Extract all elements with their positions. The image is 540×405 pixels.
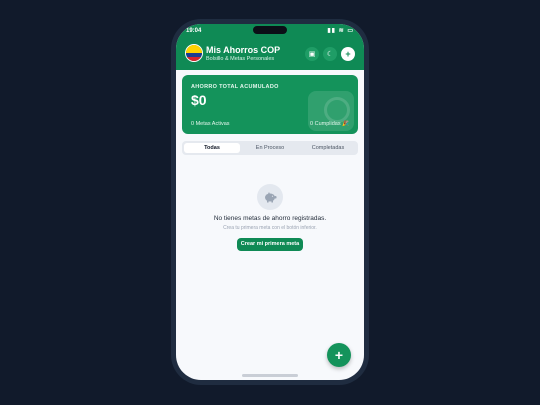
piggy-bank-icon <box>257 184 283 210</box>
total-savings-label: AHORRO TOTAL ACUMULADO <box>191 84 279 90</box>
app-title: Mis Ahorros COP <box>206 45 281 55</box>
card-decoration-ring <box>324 97 350 123</box>
home-indicator <box>242 374 298 377</box>
app-screen: 19:04 ▮▮ ≋ ▭ Mis Ahorros COP Bolsillo & … <box>176 24 364 380</box>
theme-toggle-button[interactable]: ☾ <box>323 47 337 61</box>
dynamic-island <box>253 26 287 34</box>
empty-state-subtitle: Crea tu primera meta con el botón inferi… <box>223 225 317 231</box>
add-goal-fab[interactable]: + <box>327 343 351 367</box>
tab-completed[interactable]: Completadas <box>300 143 356 153</box>
create-first-goal-button[interactable]: Crear mi primera meta <box>237 238 303 251</box>
app-subtitle: Bolsillo & Metas Personales <box>206 56 275 62</box>
colombia-flag-icon <box>185 44 203 62</box>
total-savings-amount: $0 <box>191 92 207 108</box>
completed-goals-count: 0 Cumplidas 🎉 <box>310 121 349 127</box>
app-header: 19:04 ▮▮ ≋ ▭ Mis Ahorros COP Bolsillo & … <box>176 24 364 70</box>
status-bar: 19:04 ▮▮ ≋ ▭ <box>176 24 364 38</box>
plus-icon: + <box>334 347 344 363</box>
empty-state-title: No tienes metas de ahorro registradas. <box>213 215 327 222</box>
status-icons: ▮▮ ≋ ▭ <box>327 28 354 34</box>
moon-icon: ☾ <box>326 51 334 58</box>
plus-icon: + <box>345 49 351 59</box>
tab-all[interactable]: Todas <box>184 143 240 153</box>
add-goal-header-button[interactable]: + <box>341 47 355 61</box>
phone-frame: 19:04 ▮▮ ≋ ▭ Mis Ahorros COP Bolsillo & … <box>171 19 369 385</box>
active-goals-count: 0 Metas Activas <box>191 121 230 127</box>
export-icon: ▣ <box>308 51 316 58</box>
goal-filter-tabs: Todas En Proceso Completadas <box>182 141 358 155</box>
export-button[interactable]: ▣ <box>305 47 319 61</box>
total-savings-card: AHORRO TOTAL ACUMULADO $0 0 Metas Activa… <box>182 75 358 134</box>
tab-in-progress[interactable]: En Proceso <box>242 143 298 153</box>
status-time: 19:04 <box>186 28 202 34</box>
